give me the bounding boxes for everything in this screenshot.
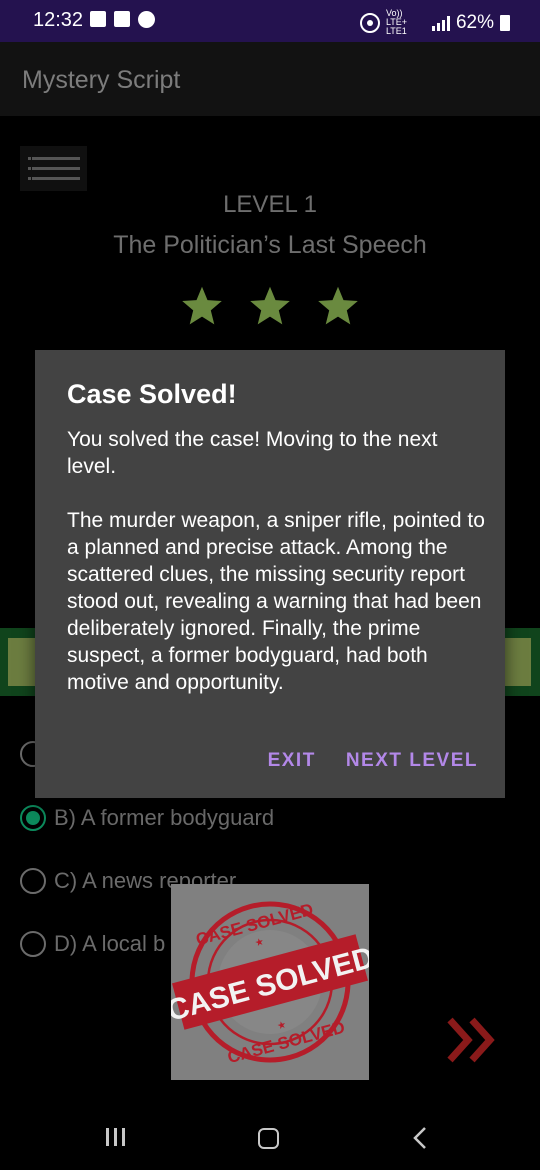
menu-dot (28, 167, 31, 170)
recent-apps-icon[interactable] (106, 1128, 125, 1146)
case-title: The Politician’s Last Speech (113, 231, 427, 259)
home-icon[interactable] (258, 1128, 279, 1149)
rating-stars (180, 284, 360, 328)
star-icon (250, 286, 290, 325)
navigation-bar (0, 1106, 540, 1170)
back-icon[interactable] (410, 1126, 430, 1150)
network-label: Vo)) LTE+ LTE1 (385, 8, 408, 36)
hotspot-icon (359, 12, 380, 33)
level-label: LEVEL 1 (223, 191, 317, 218)
menu-line (32, 157, 80, 160)
status-time: 12:32 (33, 9, 84, 31)
app-title: Mystery Script (22, 66, 181, 94)
next-level-button[interactable]: NEXT LEVEL (346, 750, 478, 772)
hamburger-icon (28, 157, 31, 160)
signal-icon (431, 15, 450, 31)
menu-dot (28, 177, 31, 180)
status-indicators: Vo)) LTE+ LTE1 62% (359, 8, 510, 36)
radio-button-selected[interactable] (20, 805, 46, 831)
option-label: D) A local b (54, 931, 166, 956)
radio-button[interactable] (20, 868, 46, 894)
dialog-summary: The murder weapon, a sniper rifle, point… (67, 509, 485, 694)
option-b[interactable]: B) A former bodyguard (20, 805, 274, 831)
status-bar: 12:32 Vo)) LTE+ LTE1 62% (0, 0, 540, 42)
battery-percent: 62% (455, 11, 494, 33)
radio-button[interactable] (20, 931, 46, 957)
star-icon (182, 286, 222, 325)
recent-bar (114, 1128, 117, 1146)
exit-button[interactable]: EXIT (268, 750, 316, 772)
option-label: B) A former bodyguard (54, 805, 275, 830)
case-solved-stamp: CASE SOLVED CASE SOLVED CASE SOLVED ★ ★ (171, 884, 369, 1080)
menu-line (32, 167, 80, 170)
gallery-notification-icon (114, 11, 130, 27)
dialog-message: You solved the case! Moving to the next … (67, 428, 438, 478)
app-bar: Mystery Script (0, 42, 540, 116)
stamp-graphic: CASE SOLVED CASE SOLVED CASE SOLVED ★ ★ (171, 900, 369, 1067)
dialog-body: You solved the case! Moving to the next … (67, 426, 487, 696)
whatsapp-notification-icon (138, 11, 155, 28)
recent-bar (106, 1128, 109, 1146)
battery-icon (500, 14, 510, 31)
notification-icons (90, 11, 155, 28)
case-solved-dialog: Case Solved! You solved the case! Moving… (35, 350, 505, 798)
dialog-title: Case Solved! (67, 379, 237, 409)
dialog-actions: EXIT NEXT LEVEL (268, 750, 478, 772)
menu-button[interactable] (20, 146, 87, 191)
double-chevron-right-icon[interactable] (446, 1016, 502, 1064)
recent-bar (122, 1128, 125, 1146)
option-d[interactable]: D) A local b (20, 931, 165, 957)
checkbox-notification-icon (90, 11, 106, 27)
menu-line (32, 177, 80, 180)
star-icon (318, 286, 358, 325)
